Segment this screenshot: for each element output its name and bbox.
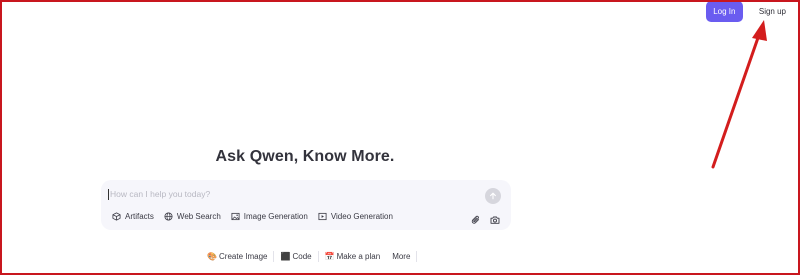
prompt-input[interactable] — [110, 187, 470, 201]
artifacts-label: Artifacts — [125, 212, 154, 221]
composer-right-tools — [471, 212, 500, 230]
chip-more[interactable]: More — [386, 249, 416, 263]
chat-composer: Artifacts Web Search Image Generation — [101, 180, 511, 230]
artifacts-toggle[interactable]: Artifacts — [112, 212, 154, 221]
code-icon: ⬛ — [280, 251, 291, 261]
web-search-label: Web Search — [176, 212, 221, 221]
image-generation-toggle[interactable]: Image Generation — [231, 212, 308, 221]
signup-button[interactable]: Sign up — [757, 7, 788, 16]
cube-icon — [112, 212, 121, 221]
paperclip-icon — [471, 215, 480, 224]
chip-create-image[interactable]: 🎨 Create Image — [201, 249, 273, 263]
video-generation-label: Video Generation — [330, 212, 393, 221]
calendar-icon: 📅 — [324, 251, 335, 261]
camera-icon — [490, 216, 500, 224]
chip-label: Make a plan — [336, 251, 381, 261]
chip-label: Create Image — [219, 251, 268, 261]
chip-divider — [416, 250, 418, 262]
image-generation-label: Image Generation — [243, 212, 308, 221]
web-search-toggle[interactable]: Web Search — [164, 212, 221, 221]
chip-make-a-plan[interactable]: 📅 Make a plan — [319, 249, 387, 263]
top-bar: Log In Sign up — [705, 1, 788, 22]
palette-icon: 🎨 — [207, 251, 217, 261]
chip-code[interactable]: ⬛ Code — [274, 249, 317, 263]
send-button[interactable] — [485, 188, 501, 204]
screenshot-frame — [0, 0, 800, 275]
arrow-up-icon — [490, 192, 496, 200]
attach-button[interactable] — [471, 212, 481, 230]
image-icon — [231, 212, 240, 221]
globe-icon — [164, 212, 173, 221]
camera-button[interactable] — [490, 212, 500, 230]
video-generation-toggle[interactable]: Video Generation — [318, 212, 393, 221]
chip-label: Code — [292, 251, 312, 261]
composer-tools: Artifacts Web Search Image Generation Vi… — [112, 212, 393, 221]
suggestion-chips: 🎨 Create Image ⬛ Code 📅 Make a plan More — [201, 249, 418, 263]
video-icon — [318, 212, 327, 221]
annotation-arrow — [711, 20, 767, 169]
login-button[interactable]: Log In — [705, 1, 743, 22]
chip-label: More — [392, 251, 411, 261]
text-caret — [108, 189, 109, 200]
page-title: Ask Qwen, Know More. — [215, 148, 395, 165]
